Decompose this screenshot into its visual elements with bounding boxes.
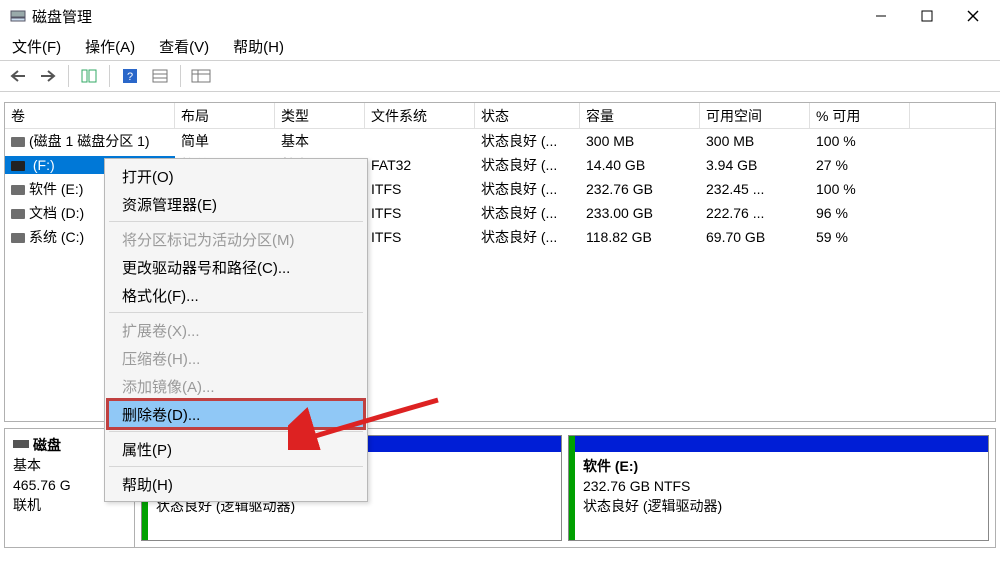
ctx-change-letter[interactable]: 更改驱动器号和路径(C)... bbox=[108, 253, 364, 281]
partition-block[interactable]: 软件 (E:) 232.76 GB NTFS 状态良好 (逻辑驱动器) bbox=[568, 435, 989, 541]
ctx-explorer[interactable]: 资源管理器(E) bbox=[108, 190, 364, 218]
cell-fs: ITFS bbox=[365, 204, 475, 222]
nav-back-button[interactable] bbox=[6, 64, 30, 88]
toolbar-separator bbox=[180, 65, 181, 87]
ctx-properties[interactable]: 属性(P) bbox=[108, 435, 364, 463]
menu-action[interactable]: 操作(A) bbox=[81, 34, 139, 59]
cell-volume: 文档 (D:) bbox=[29, 205, 84, 221]
cell-pct: 100 % bbox=[810, 132, 910, 150]
cell-pct: 27 % bbox=[810, 156, 910, 174]
cell-volume: (F:) bbox=[29, 157, 55, 173]
cell-status: 状态良好 (... bbox=[475, 202, 580, 224]
col-type[interactable]: 类型 bbox=[275, 103, 365, 128]
cell-free: 300 MB bbox=[700, 132, 810, 150]
cell-fs bbox=[365, 140, 475, 142]
ctx-separator bbox=[109, 312, 363, 313]
toolbar-separator bbox=[109, 65, 110, 87]
cell-pct: 96 % bbox=[810, 204, 910, 222]
cell-free: 222.76 ... bbox=[700, 204, 810, 222]
col-status[interactable]: 状态 bbox=[475, 103, 580, 128]
svg-text:?: ? bbox=[127, 71, 133, 83]
cell-volume: 软件 (E:) bbox=[29, 181, 83, 197]
menu-view[interactable]: 查看(V) bbox=[155, 34, 213, 59]
cell-fs: ITFS bbox=[365, 228, 475, 246]
cell-free: 232.45 ... bbox=[700, 180, 810, 198]
ctx-separator bbox=[109, 221, 363, 222]
toolbar-view-button[interactable] bbox=[77, 64, 101, 88]
drive-icon bbox=[11, 209, 25, 219]
ctx-extend: 扩展卷(X)... bbox=[108, 316, 364, 344]
cell-status: 状态良好 (... bbox=[475, 130, 580, 152]
cell-fs: ITFS bbox=[365, 180, 475, 198]
disk-management-window: 磁盘管理 文件(F) 操作(A) 查看(V) 帮助(H) ? 卷 布局 类型 文… bbox=[0, 0, 1000, 563]
close-button[interactable] bbox=[950, 0, 996, 32]
col-capacity[interactable]: 容量 bbox=[580, 103, 700, 128]
drive-icon bbox=[11, 185, 25, 195]
drive-icon bbox=[11, 137, 25, 147]
disk-icon bbox=[13, 435, 29, 455]
cell-free: 3.94 GB bbox=[700, 156, 810, 174]
cell-type: 基本 bbox=[275, 130, 365, 152]
cell-fs: FAT32 bbox=[365, 156, 475, 174]
cell-free: 69.70 GB bbox=[700, 228, 810, 246]
partition-info: 232.76 GB NTFS bbox=[583, 476, 980, 496]
ctx-open[interactable]: 打开(O) bbox=[108, 162, 364, 190]
cell-cap: 118.82 GB bbox=[580, 228, 700, 246]
partition-name: 软件 (E:) bbox=[583, 456, 980, 476]
stripe-primary-icon bbox=[575, 436, 988, 452]
ctx-help[interactable]: 帮助(H) bbox=[108, 470, 364, 498]
disk-title: 磁盘 bbox=[33, 435, 61, 455]
ctx-separator bbox=[109, 431, 363, 432]
maximize-button[interactable] bbox=[904, 0, 950, 32]
cell-cap: 300 MB bbox=[580, 132, 700, 150]
toolbar-detail-button[interactable] bbox=[189, 64, 213, 88]
ctx-delete-volume[interactable]: 删除卷(D)... bbox=[108, 400, 364, 428]
col-layout[interactable]: 布局 bbox=[175, 103, 275, 128]
cell-status: 状态良好 (... bbox=[475, 226, 580, 248]
ctx-separator bbox=[109, 466, 363, 467]
cell-status: 状态良好 (... bbox=[475, 154, 580, 176]
menu-file[interactable]: 文件(F) bbox=[8, 34, 65, 59]
cell-cap: 232.76 GB bbox=[580, 180, 700, 198]
ctx-format[interactable]: 格式化(F)... bbox=[108, 281, 364, 309]
drive-icon bbox=[11, 233, 25, 243]
cell-pct: 59 % bbox=[810, 228, 910, 246]
ctx-mark-active: 将分区标记为活动分区(M) bbox=[108, 225, 364, 253]
titlebar: 磁盘管理 bbox=[0, 0, 1000, 32]
drive-icon bbox=[11, 161, 25, 171]
cell-cap: 14.40 GB bbox=[580, 156, 700, 174]
table-row[interactable]: (磁盘 1 磁盘分区 1) 简单 基本 状态良好 (... 300 MB 300… bbox=[5, 129, 995, 153]
toolbar-help-button[interactable]: ? bbox=[118, 64, 142, 88]
nav-forward-button[interactable] bbox=[36, 64, 60, 88]
ctx-mirror: 添加镜像(A)... bbox=[108, 372, 364, 400]
minimize-button[interactable] bbox=[858, 0, 904, 32]
col-volume[interactable]: 卷 bbox=[5, 103, 175, 128]
volume-list-header: 卷 布局 类型 文件系统 状态 容量 可用空间 % 可用 bbox=[5, 103, 995, 129]
col-fs[interactable]: 文件系统 bbox=[365, 103, 475, 128]
cell-volume: 系统 (C:) bbox=[29, 229, 84, 245]
cell-status: 状态良好 (... bbox=[475, 178, 580, 200]
context-menu: 打开(O) 资源管理器(E) 将分区标记为活动分区(M) 更改驱动器号和路径(C… bbox=[104, 158, 368, 502]
partition-status: 状态良好 (逻辑驱动器) bbox=[583, 496, 980, 516]
ctx-shrink: 压缩卷(H)... bbox=[108, 344, 364, 372]
toolbar: ? bbox=[0, 60, 1000, 92]
cell-pct: 100 % bbox=[810, 180, 910, 198]
cell-volume: (磁盘 1 磁盘分区 1) bbox=[29, 133, 150, 149]
menu-help[interactable]: 帮助(H) bbox=[229, 34, 288, 59]
col-free[interactable]: 可用空间 bbox=[700, 103, 810, 128]
cell-cap: 233.00 GB bbox=[580, 204, 700, 222]
cell-layout: 简单 bbox=[175, 130, 275, 152]
app-icon bbox=[10, 8, 26, 24]
menubar: 文件(F) 操作(A) 查看(V) 帮助(H) bbox=[0, 32, 1000, 60]
toolbar-list-button[interactable] bbox=[148, 64, 172, 88]
col-pctfree[interactable]: % 可用 bbox=[810, 103, 910, 128]
toolbar-separator bbox=[68, 65, 69, 87]
window-title: 磁盘管理 bbox=[32, 6, 92, 27]
